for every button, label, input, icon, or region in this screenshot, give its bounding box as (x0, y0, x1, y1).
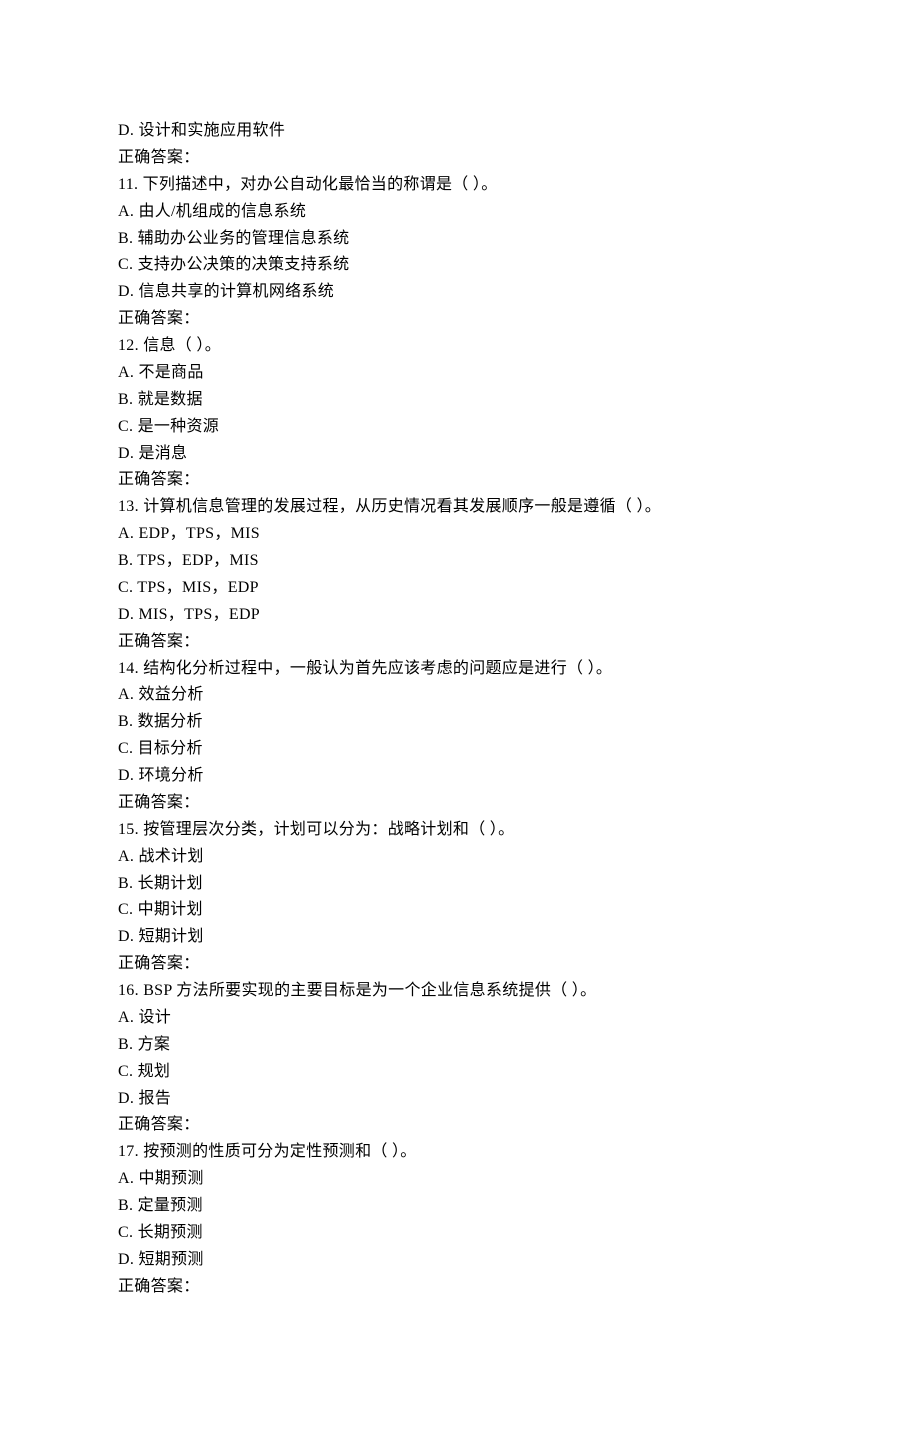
text-line: C. 支持办公决策的决策支持系统 (118, 252, 920, 279)
text-line: A. 战术计划 (118, 844, 920, 871)
text-line: B. 方案 (118, 1032, 920, 1059)
text-line: B. 长期计划 (118, 871, 920, 898)
text-line: D. MIS，TPS，EDP (118, 602, 920, 629)
text-line: A. 设计 (118, 1005, 920, 1032)
text-line: 正确答案： (118, 467, 920, 494)
text-line: A. EDP，TPS，MIS (118, 521, 920, 548)
text-line: A. 不是商品 (118, 360, 920, 387)
text-line: A. 由人/机组成的信息系统 (118, 199, 920, 226)
text-line: B. TPS，EDP，MIS (118, 548, 920, 575)
text-line: 12. 信息（ ）。 (118, 333, 920, 360)
text-line: D. 短期计划 (118, 924, 920, 951)
text-line: 正确答案： (118, 790, 920, 817)
text-line: 正确答案： (118, 145, 920, 172)
text-line: 16. BSP 方法所要实现的主要目标是为一个企业信息系统提供（ ）。 (118, 978, 920, 1005)
text-line: C. 是一种资源 (118, 414, 920, 441)
text-line: 正确答案： (118, 1112, 920, 1139)
text-line: B. 数据分析 (118, 709, 920, 736)
text-line: 正确答案： (118, 951, 920, 978)
text-line: B. 就是数据 (118, 387, 920, 414)
text-line: D. 短期预测 (118, 1247, 920, 1274)
text-line: D. 设计和实施应用软件 (118, 118, 920, 145)
text-line: D. 是消息 (118, 441, 920, 468)
text-line: D. 环境分析 (118, 763, 920, 790)
text-line: C. 中期计划 (118, 897, 920, 924)
text-line: A. 效益分析 (118, 682, 920, 709)
text-line: 正确答案： (118, 306, 920, 333)
text-line: 14. 结构化分析过程中，一般认为首先应该考虑的问题应是进行（ ）。 (118, 656, 920, 683)
text-line: 11. 下列描述中，对办公自动化最恰当的称谓是（ ）。 (118, 172, 920, 199)
text-line: D. 报告 (118, 1086, 920, 1113)
text-line: B. 定量预测 (118, 1193, 920, 1220)
text-line: C. 目标分析 (118, 736, 920, 763)
document-body: D. 设计和实施应用软件正确答案：11. 下列描述中，对办公自动化最恰当的称谓是… (118, 118, 920, 1301)
text-line: 正确答案： (118, 1274, 920, 1301)
text-line: 正确答案： (118, 629, 920, 656)
text-line: A. 中期预测 (118, 1166, 920, 1193)
text-line: D. 信息共享的计算机网络系统 (118, 279, 920, 306)
text-line: C. TPS，MIS，EDP (118, 575, 920, 602)
text-line: 13. 计算机信息管理的发展过程，从历史情况看其发展顺序一般是遵循（ ）。 (118, 494, 920, 521)
text-line: 15. 按管理层次分类，计划可以分为：战略计划和（ ）。 (118, 817, 920, 844)
text-line: C. 长期预测 (118, 1220, 920, 1247)
text-line: 17. 按预测的性质可分为定性预测和（ ）。 (118, 1139, 920, 1166)
text-line: C. 规划 (118, 1059, 920, 1086)
text-line: B. 辅助办公业务的管理信息系统 (118, 226, 920, 253)
